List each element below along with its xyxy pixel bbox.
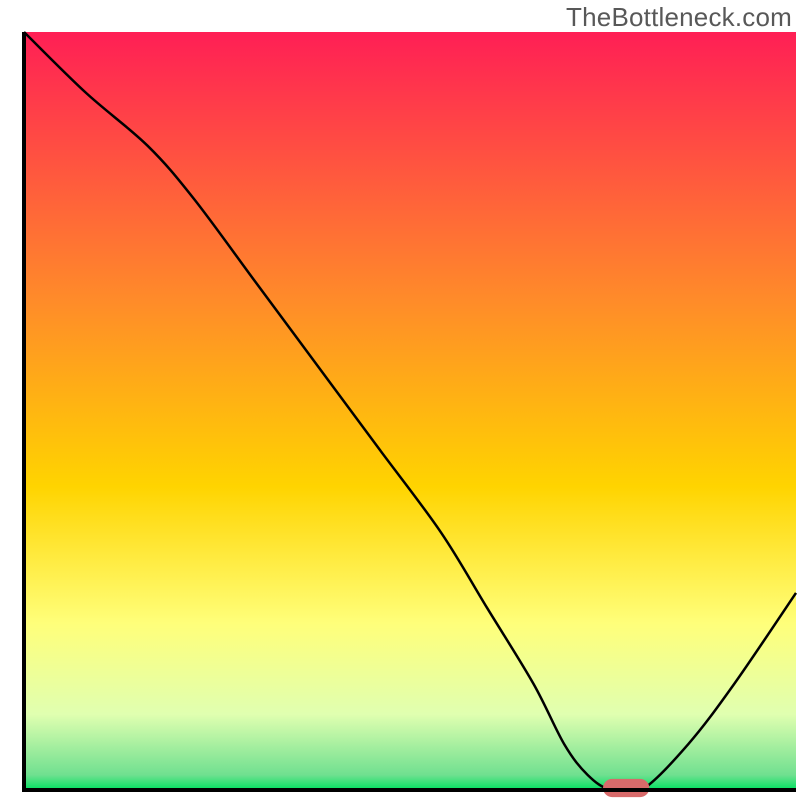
plot-background [24,32,796,790]
watermark-label: TheBottleneck.com [566,2,792,33]
bottleneck-chart [0,0,800,800]
chart-stage: TheBottleneck.com [0,0,800,800]
